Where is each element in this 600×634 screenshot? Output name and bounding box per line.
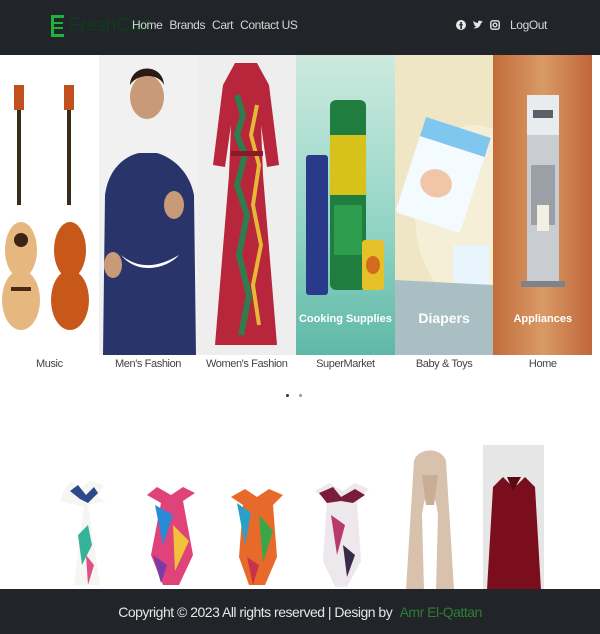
product-image-scarf[interactable] <box>229 445 285 590</box>
category-image-supermarket: Cooking Supplies <box>296 55 395 355</box>
nav-link-contact[interactable]: Contact US <box>240 18 298 32</box>
nav-link-brands[interactable]: Brands <box>169 18 205 32</box>
category-banner: Diapers <box>418 310 470 326</box>
footer-copyright-text: Copyright © 2023 All rights reserved | D… <box>118 603 393 620</box>
twitter-icon[interactable] <box>472 19 484 31</box>
category-image-mens-fashion <box>98 55 198 355</box>
nav-link-home[interactable]: Home <box>132 18 163 32</box>
category-banner: Cooking Supplies <box>298 313 392 325</box>
carousel-dot[interactable] <box>286 394 289 397</box>
category-image-womens-fashion <box>197 55 297 355</box>
category-label: Home <box>528 358 557 370</box>
product-image-scarf[interactable] <box>313 445 371 590</box>
category-card-mens-fashion[interactable]: Men's Fashion <box>98 55 198 385</box>
category-card-supermarket[interactable]: Cooking Supplies SuperMarket <box>296 55 395 385</box>
carousel-dots <box>286 394 302 397</box>
category-label: SuperMarket <box>316 358 375 370</box>
product-image-sweater[interactable] <box>483 445 544 590</box>
category-image-music <box>0 55 99 355</box>
nav-links: Home Brands Cart Contact US <box>132 18 298 32</box>
category-card-home[interactable]: Appliances Home <box>493 55 593 385</box>
category-image-baby-toys: Diapers <box>394 55 494 355</box>
carousel-dot[interactable] <box>299 394 302 397</box>
category-card-womens-fashion[interactable]: Women's Fashion <box>197 55 297 385</box>
category-label: Men's Fashion <box>115 358 182 370</box>
category-card-baby-toys[interactable]: Diapers Baby & Toys <box>394 55 494 385</box>
category-banner: Appliances <box>513 313 573 325</box>
product-image-scarf[interactable] <box>143 445 199 590</box>
navbar: FreshCart Home Brands Cart Contact US Lo… <box>0 0 600 55</box>
facebook-icon[interactable] <box>456 19 467 31</box>
category-label: Music <box>35 358 63 370</box>
category-label: Women's Fashion <box>205 358 288 370</box>
product-row <box>0 445 600 590</box>
instagram-icon[interactable] <box>490 19 500 31</box>
logout-link[interactable]: LogOut <box>510 18 547 32</box>
category-card-music[interactable]: Music <box>0 55 99 385</box>
product-image-scarf[interactable] <box>58 445 114 590</box>
footer-copyright: Copyright © 2023 All rights reserved | D… <box>118 604 482 620</box>
category-image-home: Appliances <box>493 55 593 355</box>
category-slider[interactable]: Music Men's Fashion Women's Fashion Cook… <box>0 55 600 385</box>
footer-author-link[interactable]: Amr El-Qattan <box>400 604 483 620</box>
nav-right: LogOut <box>456 18 547 32</box>
category-label: Baby & Toys <box>415 358 473 370</box>
footer: Copyright © 2023 All rights reserved | D… <box>0 589 600 634</box>
nav-link-cart[interactable]: Cart <box>212 18 233 32</box>
product-image-scarf[interactable] <box>404 445 456 590</box>
cart-logo-icon <box>51 15 64 37</box>
